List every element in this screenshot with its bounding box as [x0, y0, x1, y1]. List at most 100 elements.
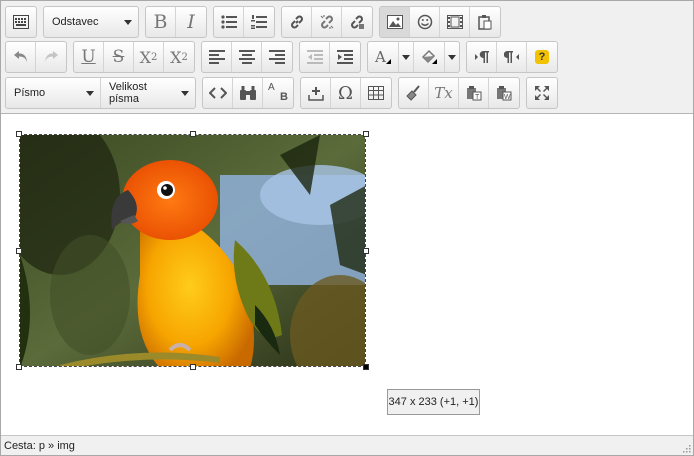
underline-button[interactable]: U: [74, 42, 104, 72]
toolbar-group-links: [281, 6, 373, 38]
resize-grip-icon[interactable]: [681, 443, 691, 453]
svg-text:W: W: [504, 94, 511, 101]
resize-size-text: 347 x 233 (+1, +1): [388, 396, 479, 408]
link-button[interactable]: [282, 7, 312, 37]
keyboard-icon: [13, 15, 29, 29]
format-select-value: Odstavec: [52, 16, 99, 28]
editor-statusbar: Cesta: p » img: [1, 435, 693, 455]
anchor-button[interactable]: [342, 7, 372, 37]
paste-text-button[interactable]: T: [459, 78, 489, 108]
unlink-button[interactable]: [312, 7, 342, 37]
html-code-button[interactable]: [203, 78, 233, 108]
chevron-down-icon: [448, 54, 456, 60]
resize-handle-e[interactable]: [363, 248, 369, 254]
parrot-image[interactable]: [19, 134, 366, 367]
toolbar-group-align: [201, 41, 293, 73]
svg-text:T: T: [475, 94, 480, 101]
image-button[interactable]: [380, 7, 410, 37]
text-color-icon: A: [374, 49, 391, 65]
align-right-icon: [269, 50, 285, 64]
emoticon-button[interactable]: [410, 7, 440, 37]
replace-letter-a: A: [268, 82, 275, 93]
align-left-icon: [208, 50, 225, 64]
strikethrough-button[interactable]: S: [104, 42, 134, 72]
rich-text-editor: Odstavec B I U S X 2 X 2 A ? Písmo Velik…: [0, 0, 694, 456]
numbered-list-icon: [251, 15, 267, 29]
redo-button[interactable]: [36, 42, 66, 72]
manage-files-button[interactable]: [470, 7, 500, 37]
undo-button[interactable]: [6, 42, 36, 72]
ltr-paragraph-icon: [474, 51, 489, 63]
ltr-button[interactable]: [467, 42, 497, 72]
format-select[interactable]: Odstavec: [44, 7, 138, 37]
help-label: ?: [538, 51, 546, 63]
editor-content-area[interactable]: 347 x 233 (+1, +1): [1, 114, 693, 434]
help-button[interactable]: ?: [527, 42, 557, 72]
bold-button[interactable]: B: [146, 7, 176, 37]
resize-handle-nw[interactable]: [16, 131, 22, 137]
media-button[interactable]: [440, 7, 470, 37]
bullet-list-button[interactable]: [214, 7, 244, 37]
anchor-link-icon: [351, 15, 364, 29]
background-color-button[interactable]: [414, 42, 445, 72]
background-color-dropdown[interactable]: [445, 42, 459, 72]
subscript-digit: 2: [151, 51, 158, 63]
cleanup-button[interactable]: [399, 78, 429, 108]
toolbar-group-direction: ?: [466, 41, 558, 73]
numbered-list-button[interactable]: [244, 7, 274, 37]
help-icon: ?: [535, 50, 549, 64]
special-char-button[interactable]: Ω: [331, 78, 361, 108]
indent-icon: [337, 50, 353, 64]
svg-text:A: A: [374, 49, 386, 65]
text-color-dropdown[interactable]: [399, 42, 413, 72]
insert-icon: [307, 87, 324, 101]
chevron-down-icon: [86, 90, 94, 96]
italic-button[interactable]: I: [176, 7, 206, 37]
resize-handle-sw[interactable]: [16, 364, 22, 370]
rtl-paragraph-icon: [503, 51, 519, 63]
outdent-button[interactable]: [300, 42, 330, 72]
font-family-select[interactable]: Písmo: [6, 78, 101, 108]
align-left-button[interactable]: [202, 42, 232, 72]
resize-handle-se[interactable]: [363, 364, 369, 370]
find-button[interactable]: [233, 78, 263, 108]
indent-button[interactable]: [330, 42, 360, 72]
toolbar-toggle-button[interactable]: [6, 7, 36, 37]
bold-icon: B: [153, 11, 168, 33]
toolbar-group-insert: Ω: [300, 77, 392, 109]
clear-formatting-button[interactable]: Tx: [429, 78, 459, 108]
rtl-button[interactable]: [497, 42, 527, 72]
insert-button[interactable]: [301, 78, 331, 108]
paste-word-icon: W: [497, 86, 512, 101]
replace-button[interactable]: A B: [263, 78, 293, 108]
smiley-icon: [417, 14, 432, 30]
table-button[interactable]: [361, 78, 391, 108]
text-color-splitbutton: A: [368, 42, 414, 72]
align-right-button[interactable]: [262, 42, 292, 72]
clipboard-files-icon: [478, 15, 492, 30]
text-color-button[interactable]: A: [368, 42, 399, 72]
replace-letter-b: B: [280, 91, 288, 103]
resize-handle-ne[interactable]: [363, 131, 369, 137]
superscript-button[interactable]: X2X2: [164, 42, 194, 72]
strikethrough-icon: S: [112, 47, 125, 67]
paint-bucket-icon: [421, 49, 437, 64]
paste-word-button[interactable]: W: [489, 78, 519, 108]
table-icon: [368, 86, 384, 100]
align-center-icon: [238, 50, 255, 64]
subscript-button[interactable]: X2X2: [134, 42, 164, 72]
image-icon: [386, 15, 403, 29]
resize-handle-n[interactable]: [190, 131, 196, 137]
align-center-button[interactable]: [232, 42, 262, 72]
element-path: Cesta: p » img: [4, 439, 75, 452]
resize-handle-s[interactable]: [190, 364, 196, 370]
resize-handle-w[interactable]: [16, 248, 22, 254]
font-size-select[interactable]: Velikost písma: [101, 78, 195, 108]
fullscreen-button[interactable]: [527, 78, 557, 108]
toolbar-group-toggle: [5, 6, 37, 38]
editor-toolbar: Odstavec B I U S X 2 X 2 A ? Písmo Velik…: [1, 1, 693, 114]
toolbar-group-indent: [299, 41, 361, 73]
chevron-down-icon: [124, 19, 132, 25]
toolbar-group-lists: [213, 6, 275, 38]
omega-icon: Ω: [338, 82, 353, 104]
